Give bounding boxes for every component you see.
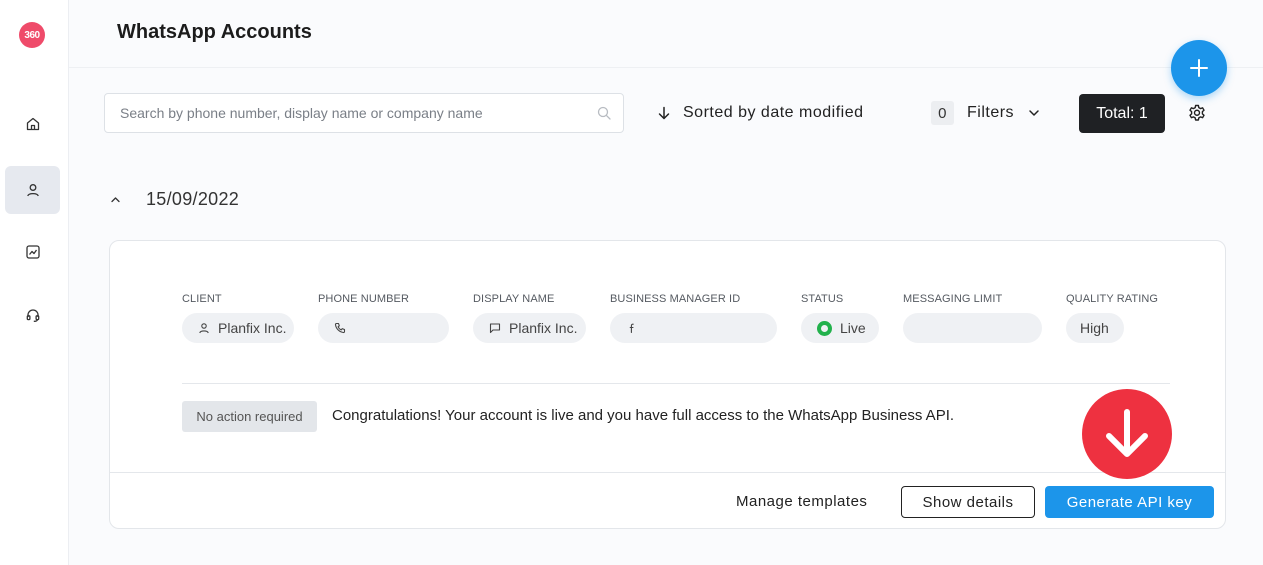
account-status-message: Congratulations! Your account is live an… [332, 407, 955, 424]
status-field: STATUS Live [801, 293, 879, 343]
phone-icon [334, 322, 346, 334]
search-input[interactable] [105, 94, 575, 132]
sort-control[interactable]: Sorted by date modified [657, 103, 864, 123]
account-card: CLIENT Planfix Inc. PHONE NUMBER DISPLAY… [109, 240, 1226, 529]
arrow-down-icon [658, 106, 670, 120]
business-manager-pill [610, 313, 777, 343]
card-divider [182, 383, 1170, 384]
phone-label: PHONE NUMBER [318, 293, 410, 305]
top-bar: WhatsApp Accounts [69, 0, 1263, 68]
chevron-up-icon [111, 197, 120, 203]
status-pill: Live [801, 313, 879, 343]
display-name-field: DISPLAY NAME Planfix Inc. [473, 293, 586, 343]
user-icon [26, 184, 39, 197]
total-count-badge: Total: 1 [1079, 94, 1165, 133]
status-label: STATUS [801, 293, 844, 305]
manage-templates-button[interactable]: Manage templates [736, 493, 867, 510]
filters-count-badge: 0 [931, 101, 954, 125]
status-live-indicator [817, 320, 832, 336]
filters-label: Filters [967, 104, 1015, 121]
sort-label: Sorted by date modified [683, 104, 864, 121]
logo[interactable]: 360 [19, 22, 45, 48]
search-icon[interactable] [597, 106, 611, 120]
annotation-arrow-overlay [1082, 389, 1172, 479]
business-manager-label: BUSINESS MANAGER ID [610, 293, 741, 305]
user-icon [199, 323, 209, 334]
messaging-limit-pill [903, 313, 1042, 343]
client-label: CLIENT [182, 293, 222, 305]
display-name-pill: Planfix Inc. [473, 313, 586, 343]
page-title: WhatsApp Accounts [117, 21, 312, 43]
quality-rating-pill: High [1066, 313, 1124, 343]
business-manager-field: BUSINESS MANAGER ID [610, 293, 777, 343]
phone-field: PHONE NUMBER [318, 293, 449, 343]
status-value: Live [840, 320, 866, 336]
show-details-button[interactable]: Show details [901, 486, 1035, 518]
search-box [104, 93, 624, 133]
sidebar-item-accounts[interactable] [5, 166, 60, 214]
messaging-limit-field: MESSAGING LIMIT [903, 293, 1042, 343]
phone-pill [318, 313, 449, 343]
action-status-badge: No action required [182, 401, 317, 432]
date-group-header[interactable]: 15/09/2022 [110, 189, 239, 210]
filters-dropdown[interactable]: 0 Filters [931, 101, 1040, 125]
add-account-button[interactable] [1171, 40, 1227, 96]
messaging-limit-label: MESSAGING LIMIT [903, 293, 1003, 305]
sidebar-item-home[interactable] [5, 100, 60, 148]
quality-rating-field: QUALITY RATING High [1066, 293, 1158, 343]
arrow-down-icon [1106, 409, 1148, 457]
client-pill: Planfix Inc. [182, 313, 294, 343]
generate-api-key-button[interactable]: Generate API key [1045, 486, 1214, 518]
card-footer: Manage templates Show details Generate A… [110, 472, 1225, 528]
headset-icon [26, 309, 39, 322]
sidebar: 360 [0, 0, 69, 565]
group-date: 15/09/2022 [146, 189, 240, 209]
sidebar-item-analytics[interactable] [5, 228, 60, 276]
chevron-down-icon [1029, 110, 1039, 116]
message-icon [489, 323, 501, 334]
quality-rating-value: High [1080, 320, 1109, 336]
quality-rating-label: QUALITY RATING [1066, 293, 1159, 305]
sidebar-item-support[interactable] [5, 291, 60, 339]
home-icon [26, 117, 39, 131]
client-field: CLIENT Planfix Inc. [182, 293, 294, 343]
client-value: Planfix Inc. [218, 320, 287, 336]
gear-icon[interactable] [1188, 104, 1206, 122]
plus-icon [1190, 59, 1208, 77]
display-name-value: Planfix Inc. [509, 320, 578, 336]
facebook-icon [629, 323, 634, 334]
display-name-label: DISPLAY NAME [473, 293, 555, 305]
chart-icon [25, 245, 40, 259]
